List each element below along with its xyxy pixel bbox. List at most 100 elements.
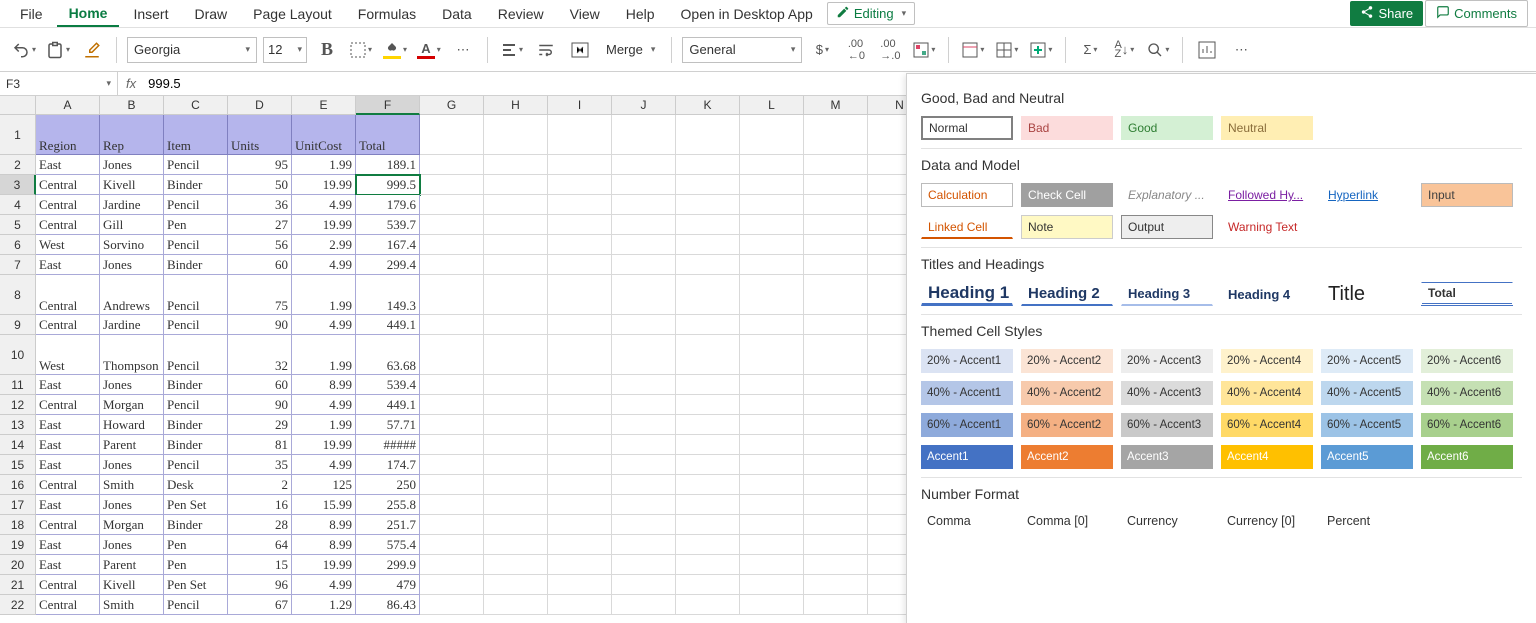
cell[interactable]: Total <box>356 115 420 155</box>
cell[interactable] <box>420 455 484 475</box>
menu-file[interactable]: File <box>8 2 55 26</box>
menu-draw[interactable]: Draw <box>182 2 239 26</box>
style-calculation[interactable]: Calculation <box>921 183 1013 207</box>
style-check-cell[interactable]: Check Cell <box>1021 183 1113 207</box>
row-header[interactable]: 12 <box>0 395 36 415</box>
cell[interactable]: 539.4 <box>356 375 420 395</box>
style-accent[interactable]: 60% - Accent6 <box>1421 413 1513 437</box>
cell[interactable]: Parent <box>100 555 164 575</box>
style-accent[interactable]: 60% - Accent5 <box>1321 413 1413 437</box>
style-accent[interactable]: 60% - Accent3 <box>1121 413 1213 437</box>
style-hyperlink[interactable]: Hyperlink <box>1321 183 1413 207</box>
cell[interactable]: 19.99 <box>292 175 356 195</box>
cell[interactable]: Central <box>36 515 100 535</box>
cell[interactable] <box>548 155 612 175</box>
style-good[interactable]: Good <box>1121 116 1213 140</box>
style-input[interactable]: Input <box>1421 183 1513 207</box>
cell[interactable] <box>804 215 868 235</box>
format-table-button[interactable]: ▾ <box>959 36 987 64</box>
style-accent[interactable]: 20% - Accent6 <box>1421 349 1513 373</box>
cell[interactable]: 479 <box>356 575 420 595</box>
style-heading4[interactable]: Heading 4 <box>1221 282 1313 306</box>
cell[interactable]: 299.4 <box>356 255 420 275</box>
cell[interactable] <box>676 395 740 415</box>
row-header[interactable]: 11 <box>0 375 36 395</box>
format-comma[interactable]: Comma <box>921 512 1013 530</box>
cell[interactable]: 4.99 <box>292 395 356 415</box>
cell[interactable]: 999.5 <box>356 175 420 195</box>
cell[interactable]: 167.4 <box>356 235 420 255</box>
cell[interactable]: 4.99 <box>292 455 356 475</box>
cell[interactable] <box>548 595 612 615</box>
cell[interactable]: 575.4 <box>356 535 420 555</box>
cell[interactable] <box>548 495 612 515</box>
format-percent[interactable]: Percent <box>1321 512 1413 530</box>
row-header[interactable]: 4 <box>0 195 36 215</box>
cell[interactable] <box>484 435 548 455</box>
cell[interactable] <box>676 215 740 235</box>
cell[interactable] <box>420 495 484 515</box>
fx-icon[interactable]: fx <box>118 76 144 91</box>
cell[interactable] <box>676 515 740 535</box>
cell[interactable] <box>804 155 868 175</box>
cell[interactable]: 2.99 <box>292 235 356 255</box>
cell[interactable] <box>740 555 804 575</box>
cell[interactable]: Kivell <box>100 175 164 195</box>
cell[interactable] <box>484 215 548 235</box>
cell[interactable] <box>420 595 484 615</box>
cell[interactable] <box>484 175 548 195</box>
style-accent-solid[interactable]: Accent5 <box>1321 445 1413 469</box>
mode-editing-button[interactable]: Editing ▾ <box>827 2 915 25</box>
cell[interactable] <box>804 255 868 275</box>
style-warning-text[interactable]: Warning Text <box>1221 215 1313 239</box>
cell[interactable] <box>676 495 740 515</box>
align-button[interactable]: ▾ <box>498 36 526 64</box>
cell[interactable]: 67 <box>228 595 292 615</box>
style-note[interactable]: Note <box>1021 215 1113 239</box>
cell[interactable]: Jones <box>100 255 164 275</box>
row-header[interactable]: 3 <box>0 175 36 195</box>
cell[interactable] <box>676 315 740 335</box>
cell[interactable] <box>740 275 804 315</box>
cell[interactable] <box>804 275 868 315</box>
cell[interactable] <box>612 435 676 455</box>
cell[interactable]: Smith <box>100 475 164 495</box>
cell[interactable] <box>804 455 868 475</box>
decrease-decimal-button[interactable]: .00←0 <box>842 36 870 64</box>
cell[interactable]: 1.99 <box>292 415 356 435</box>
cell[interactable]: Parent <box>100 435 164 455</box>
row-header[interactable]: 7 <box>0 255 36 275</box>
cell[interactable]: 28 <box>228 515 292 535</box>
cell[interactable] <box>420 515 484 535</box>
cell[interactable] <box>484 515 548 535</box>
cell[interactable]: Morgan <box>100 395 164 415</box>
cell[interactable]: Pencil <box>164 315 228 335</box>
row-header[interactable]: 6 <box>0 235 36 255</box>
cell[interactable] <box>612 175 676 195</box>
menu-help[interactable]: Help <box>614 2 667 26</box>
cell[interactable] <box>612 575 676 595</box>
cell[interactable]: East <box>36 435 100 455</box>
cell[interactable]: Kivell <box>100 575 164 595</box>
cell[interactable]: Item <box>164 115 228 155</box>
style-total[interactable]: Total <box>1421 282 1513 306</box>
cell[interactable]: Sorvino <box>100 235 164 255</box>
cell[interactable] <box>612 595 676 615</box>
cell[interactable] <box>484 535 548 555</box>
cell[interactable]: Desk <box>164 475 228 495</box>
cell[interactable]: ##### <box>356 435 420 455</box>
cell[interactable]: 1.29 <box>292 595 356 615</box>
menu-home[interactable]: Home <box>57 1 120 27</box>
cell[interactable]: 86.43 <box>356 595 420 615</box>
row-header[interactable]: 1 <box>0 115 36 155</box>
cell[interactable] <box>612 535 676 555</box>
row-header[interactable]: 14 <box>0 435 36 455</box>
cell[interactable] <box>804 475 868 495</box>
cell[interactable] <box>484 155 548 175</box>
cell[interactable] <box>612 415 676 435</box>
cell[interactable]: Smith <box>100 595 164 615</box>
cell[interactable]: Central <box>36 195 100 215</box>
cell[interactable] <box>612 515 676 535</box>
cell[interactable]: Binder <box>164 515 228 535</box>
cell[interactable] <box>740 255 804 275</box>
